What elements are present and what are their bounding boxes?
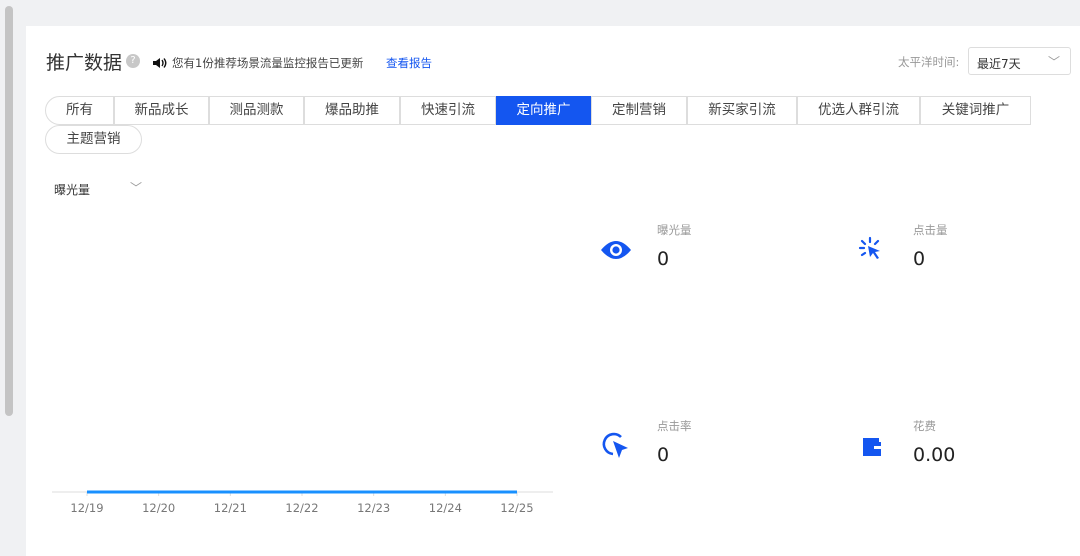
tab-selected-audience[interactable]: 优选人群引流 — [797, 96, 920, 125]
page-scrollbar[interactable] — [5, 6, 13, 416]
date-range-select[interactable]: 最近7天 ﹀ — [968, 47, 1071, 75]
x-tick-label: 12/22 — [285, 501, 319, 515]
chevron-down-icon: ﹀ — [1047, 55, 1060, 69]
x-tick-label: 12/25 — [500, 501, 534, 515]
line-chart — [52, 490, 553, 496]
click-rate-icon — [602, 432, 628, 458]
timezone-label: 太平洋时间: — [898, 55, 960, 69]
x-tick-label: 12/21 — [213, 501, 247, 515]
impressions-label: 曝光量 — [657, 223, 692, 237]
x-tick-label: 12/24 — [428, 501, 462, 515]
impressions-value: 0 — [657, 248, 670, 270]
cost-label: 花费 — [913, 419, 936, 433]
click-icon — [858, 236, 880, 259]
clicks-value: 0 — [913, 248, 926, 270]
date-range-value: 最近7天 — [977, 57, 1021, 71]
clicks-label: 点击量 — [913, 223, 948, 237]
x-tick-label: 12/20 — [142, 501, 176, 515]
tab-new-buyer-traffic[interactable]: 新买家引流 — [687, 96, 797, 125]
promotion-data-card: 推广数据 ? 您有1份推荐场景流量监控报告已更新 查看报告 太平洋时间: 最近7… — [26, 26, 1080, 556]
tab-keyword-promotion[interactable]: 关键词推广 — [920, 96, 1031, 125]
ctr-label: 点击率 — [657, 419, 692, 433]
tab-custom-marketing[interactable]: 定制营销 — [591, 96, 687, 125]
eye-icon — [601, 241, 631, 259]
x-tick-label: 12/23 — [357, 501, 391, 515]
cost-value: 0.00 — [913, 444, 956, 466]
ctr-value: 0 — [657, 444, 670, 466]
x-tick-label: 12/19 — [70, 501, 104, 515]
wallet-icon — [863, 438, 882, 456]
